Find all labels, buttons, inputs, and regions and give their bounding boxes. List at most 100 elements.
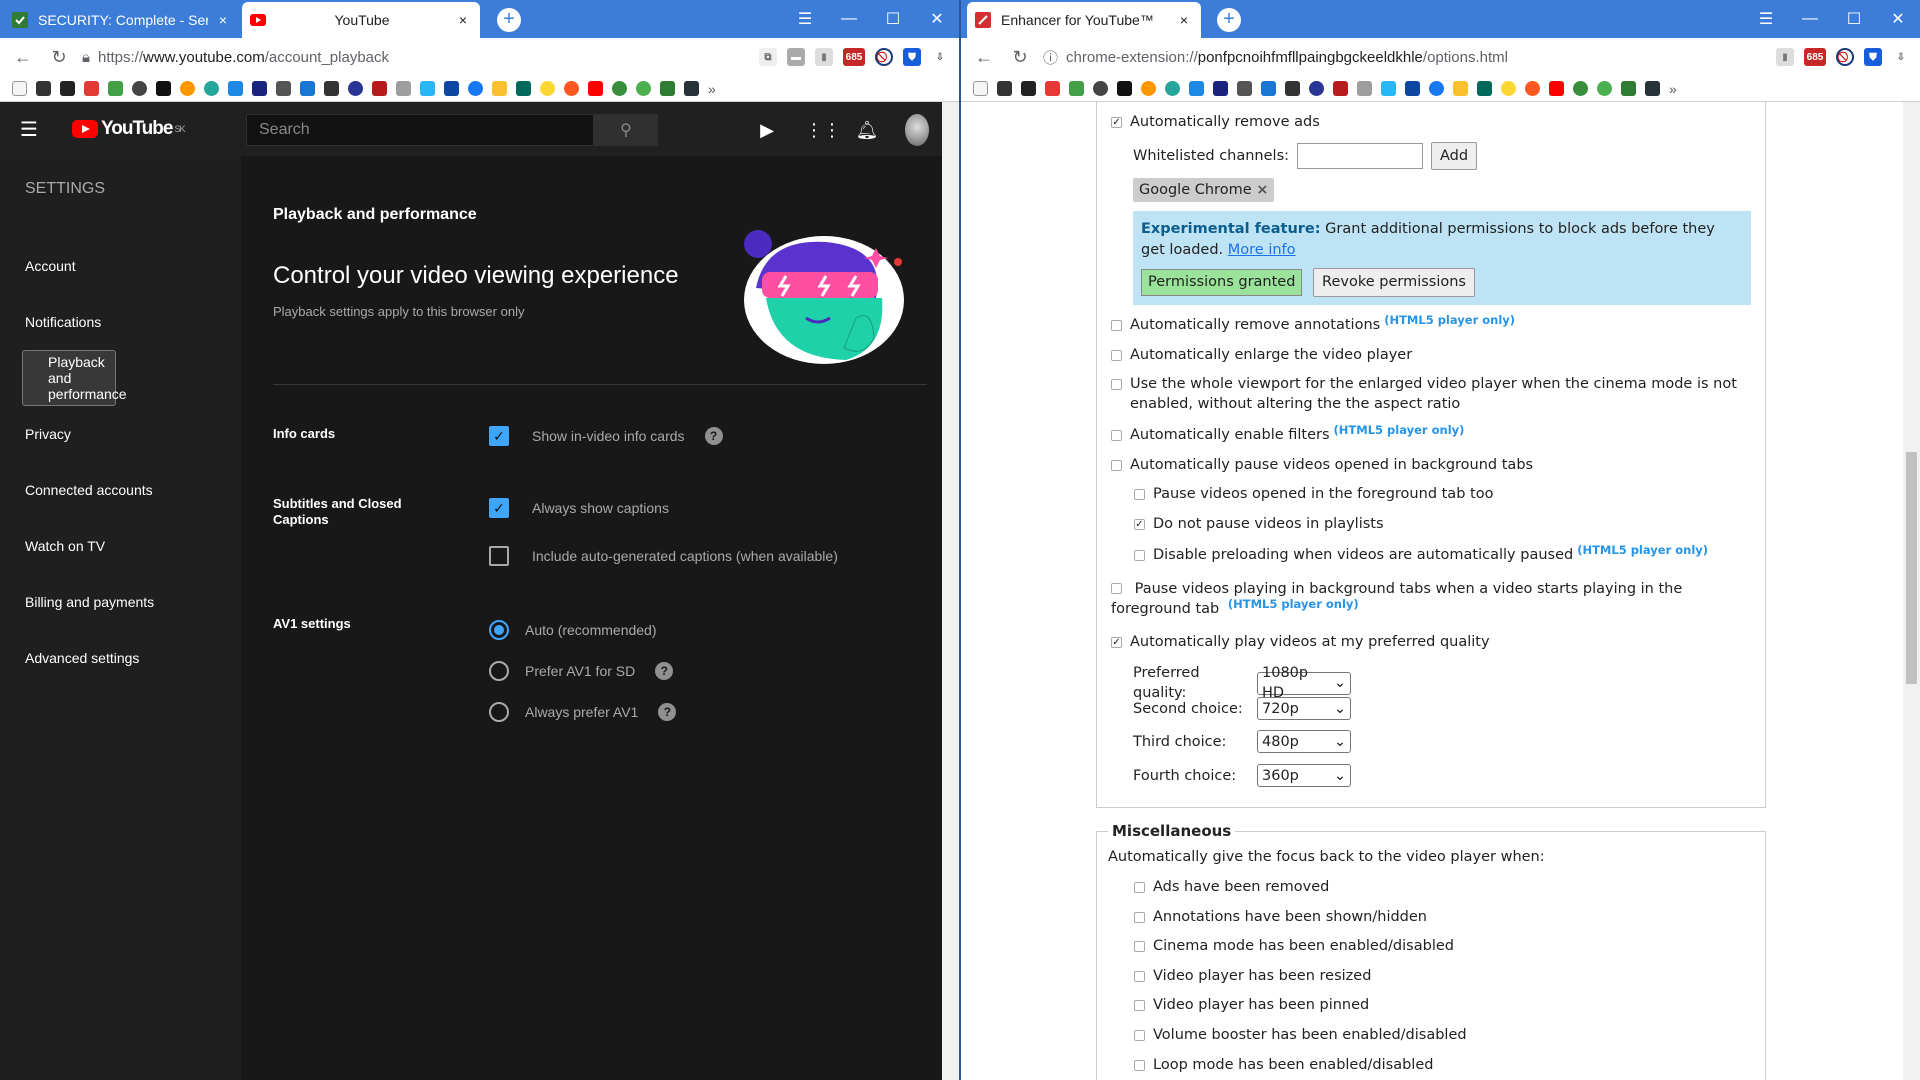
misc-item[interactable]: Ads have been removed (1134, 877, 1329, 897)
no-pause-playlists-checkbox[interactable]: ✓ (1134, 519, 1145, 530)
bookmark-m-icon[interactable] (132, 81, 147, 96)
bookmark-search-icon[interactable] (1141, 81, 1156, 96)
bookmark-grid-icon[interactable] (324, 81, 339, 96)
bookmark-green-icon[interactable] (516, 81, 531, 96)
block-icon[interactable]: ⃠ (1836, 48, 1854, 66)
bookmark-red-icon[interactable] (372, 81, 387, 96)
tab-youtube[interactable]: YouTube × (242, 2, 480, 38)
bookmark-film-icon[interactable] (1573, 81, 1588, 96)
remove-annotations-option[interactable]: Automatically remove annotations (HTML5 … (1111, 313, 1515, 335)
badge-icon[interactable]: 685 (1804, 48, 1826, 66)
youtube-bookmark-icon[interactable] (588, 81, 603, 96)
bookmark-red-icon[interactable] (1333, 81, 1348, 96)
pause-bg-option[interactable]: Automatically pause videos opened in bac… (1111, 455, 1533, 475)
help-icon[interactable]: ? (704, 427, 723, 445)
chip-remove-icon[interactable]: × (1256, 182, 1268, 198)
bookmark-page-icon[interactable] (973, 81, 988, 96)
pause-fg-checkbox[interactable] (1134, 489, 1145, 500)
bookmark-globe-icon[interactable] (1309, 81, 1324, 96)
bookmark-pin-icon[interactable] (1117, 81, 1132, 96)
bookmark-cross-icon[interactable] (1381, 81, 1396, 96)
page-scrollbar[interactable] (1903, 102, 1920, 1080)
hamburger-menu-icon[interactable]: ☰ (20, 117, 40, 142)
auto-quality-checkbox[interactable]: ✓ (1111, 637, 1122, 648)
bookmark-m-icon[interactable] (1093, 81, 1108, 96)
sidebar-item-playback[interactable]: Playback and performance (22, 350, 127, 406)
bookmark-doc-icon[interactable] (660, 81, 675, 96)
bookmark-terminal-icon[interactable] (1645, 81, 1660, 96)
add-button[interactable]: Add (1431, 142, 1478, 170)
bookmark-link-icon[interactable] (60, 81, 75, 96)
remove-ads-option[interactable]: ✓ Automatically remove ads (1111, 112, 1320, 132)
search-input[interactable]: Search (246, 114, 594, 146)
url-field[interactable]: 🔒︎ https://www.youtube.com/account_playb… (82, 44, 749, 70)
reload-icon[interactable]: ↻ (46, 44, 72, 70)
bookmark-bulb-icon[interactable] (540, 81, 555, 96)
sidebar-item-account[interactable]: Account (0, 238, 241, 294)
bookmark-doc-icon[interactable] (1621, 81, 1636, 96)
misc-checkbox[interactable] (1134, 971, 1145, 982)
bookmark-plane-icon[interactable] (300, 81, 315, 96)
close-window-icon[interactable]: ✕ (915, 0, 959, 38)
misc-checkbox[interactable] (1134, 912, 1145, 923)
av1-auto-radio[interactable] (489, 620, 509, 640)
second-choice-select[interactable]: 720p ⌄ (1257, 697, 1351, 720)
bookmark-x-icon[interactable] (1213, 81, 1228, 96)
url-field[interactable]: ⓘ chrome-extension://ponfpcnoihfmfllpain… (1043, 44, 1766, 70)
avatar[interactable] (905, 114, 929, 146)
remove-ads-checkbox[interactable]: ✓ (1111, 117, 1122, 128)
bookmark-circle-icon[interactable] (204, 81, 219, 96)
bookmark-x-icon[interactable] (252, 81, 267, 96)
bookmark-circle-icon[interactable] (1165, 81, 1180, 96)
sidebar-item-notifications[interactable]: Notifications (0, 294, 241, 350)
bookmark-link-icon[interactable] (1021, 81, 1036, 96)
bookmark-terminal-icon[interactable] (684, 81, 699, 96)
misc-checkbox[interactable] (1134, 1060, 1145, 1071)
fourth-choice-select[interactable]: 360p ⌄ (1257, 764, 1351, 787)
bookmark-pin-icon[interactable] (156, 81, 171, 96)
more-bookmarks-icon[interactable]: » (1669, 81, 1677, 97)
revoke-permissions-button[interactable]: Revoke permissions (1313, 268, 1475, 297)
remove-annotations-checkbox[interactable] (1111, 320, 1122, 331)
viewport-option[interactable]: Use the whole viewport for the enlarged … (1111, 374, 1751, 414)
sidebar-item-connected-accounts[interactable]: Connected accounts (0, 462, 241, 518)
bookmark-download-icon[interactable] (84, 81, 99, 96)
bookmark-pc-icon[interactable] (444, 81, 459, 96)
auto-captions-option[interactable]: Include auto-generated captions (when av… (489, 546, 838, 566)
av1-always-option[interactable]: Always prefer AV1 ? (489, 702, 677, 722)
maximize-icon[interactable]: ☐ (871, 0, 915, 38)
av1-sd-radio[interactable] (489, 661, 509, 681)
misc-item[interactable]: Loop mode has been enabled/disabled (1134, 1055, 1433, 1075)
new-tab-button[interactable]: + (1217, 8, 1241, 32)
misc-checkbox[interactable] (1134, 882, 1145, 893)
third-choice-select[interactable]: 480p ⌄ (1257, 730, 1351, 753)
av1-always-radio[interactable] (489, 702, 509, 722)
youtube-logo[interactable]: YouTube SK (72, 118, 185, 140)
menu-icon[interactable]: ☰ (783, 0, 827, 38)
sidebar-item-watch-on-tv[interactable]: Watch on TV (0, 518, 241, 574)
more-info-link[interactable]: More info (1228, 242, 1296, 258)
misc-item[interactable]: Video player has been pinned (1134, 995, 1369, 1015)
close-window-icon[interactable]: ✕ (1876, 0, 1920, 38)
auto-quality-option[interactable]: ✓ Automatically play videos at my prefer… (1111, 632, 1490, 652)
search-button[interactable]: ⚲ (594, 114, 658, 146)
block-icon[interactable]: ⃠ (875, 48, 893, 66)
pause-playing-option[interactable]: Pause videos playing in background tabs … (1111, 578, 1751, 619)
pause-playing-checkbox[interactable] (1111, 583, 1122, 594)
misc-item[interactable]: Video player has been resized (1134, 966, 1371, 986)
comment-icon[interactable]: ▬ (787, 48, 805, 66)
tab-close-icon[interactable]: × (214, 12, 232, 28)
misc-item[interactable]: Cinema mode has been enabled/disabled (1134, 936, 1454, 956)
preferred-quality-select[interactable]: 1080p HD ⌄ (1257, 665, 1351, 701)
bookmark-p-icon[interactable] (228, 81, 243, 96)
bookmark-search-icon[interactable] (180, 81, 195, 96)
bitwarden-icon[interactable]: ⛊ (1864, 48, 1882, 66)
bookmark-cross-icon[interactable] (420, 81, 435, 96)
menu-icon[interactable]: ☰ (1744, 0, 1788, 38)
facebook-icon[interactable] (1429, 81, 1444, 96)
tab-close-icon[interactable]: × (1175, 12, 1193, 28)
minimize-icon[interactable]: — (1788, 0, 1832, 38)
filters-option[interactable]: Automatically enable filters (HTML5 play… (1111, 423, 1464, 445)
scrollbar-thumb[interactable] (1906, 452, 1917, 684)
bookmark-grid-icon[interactable] (1285, 81, 1300, 96)
